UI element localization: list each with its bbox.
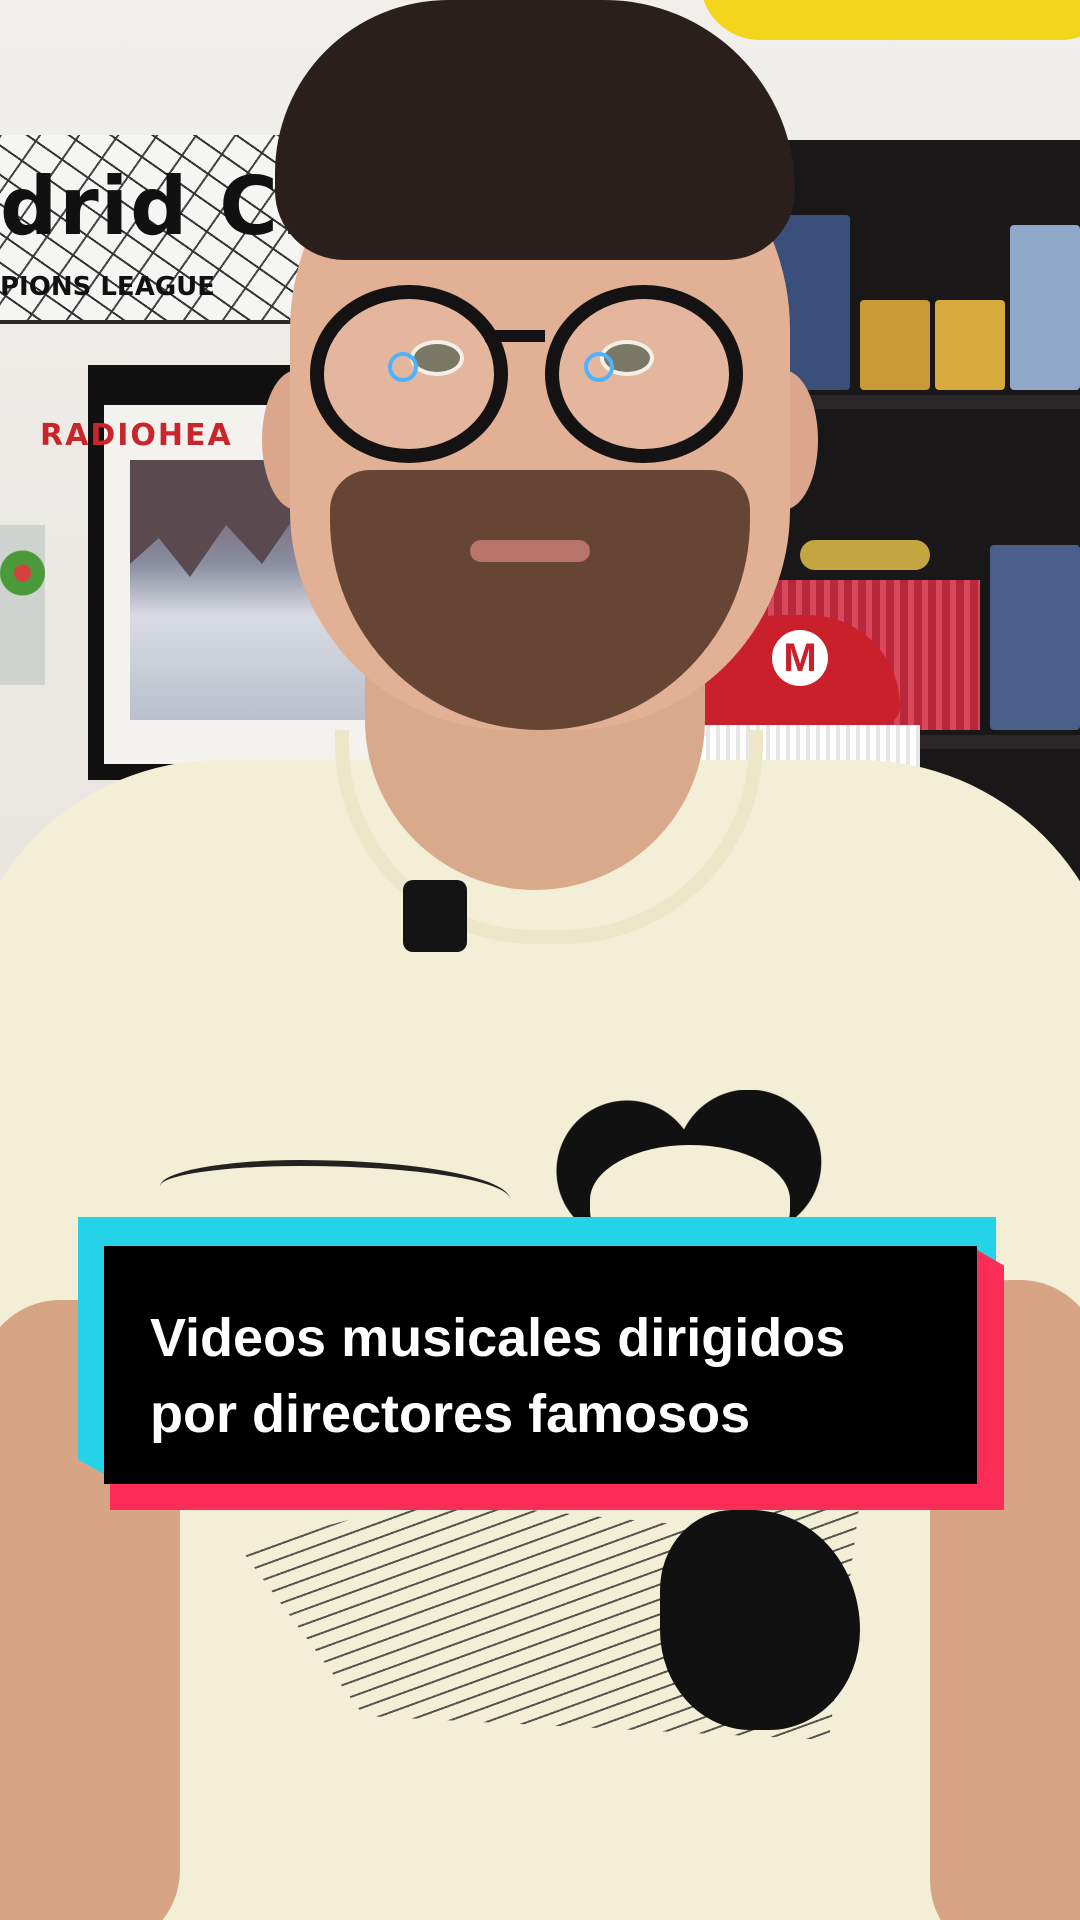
lens-glare-icon	[388, 352, 418, 382]
shelf-board	[770, 395, 1080, 409]
scarf-subtext: PIONS LEAGUE	[0, 272, 216, 302]
trading-card	[860, 300, 930, 390]
yellow-banner	[700, 0, 1080, 40]
glasses-bridge	[485, 330, 545, 342]
scarf-text: drid C.	[0, 160, 313, 253]
lens-glare-icon	[584, 352, 614, 382]
video-frame[interactable]: drid C. PIONS LEAGUE RADIOHEA M Videos m…	[0, 0, 1080, 1920]
caption-text: Videos musicales dirigidos por directore…	[150, 1300, 950, 1452]
game-box	[1010, 225, 1080, 390]
lavalier-microphone	[403, 880, 467, 952]
glasses-right-lens	[545, 285, 743, 463]
mouth	[470, 540, 590, 562]
plant-decoration	[0, 525, 45, 685]
hair	[275, 0, 795, 260]
mario-logo: M	[772, 630, 828, 686]
figure-decoration	[800, 540, 930, 570]
trading-card	[935, 300, 1005, 390]
caption-line-2: por directores famosos	[150, 1384, 751, 1444]
caption-line-1: Videos musicales dirigidos	[150, 1308, 846, 1368]
poster-title: RADIOHEA	[40, 418, 233, 453]
wii-u-box	[990, 545, 1080, 730]
